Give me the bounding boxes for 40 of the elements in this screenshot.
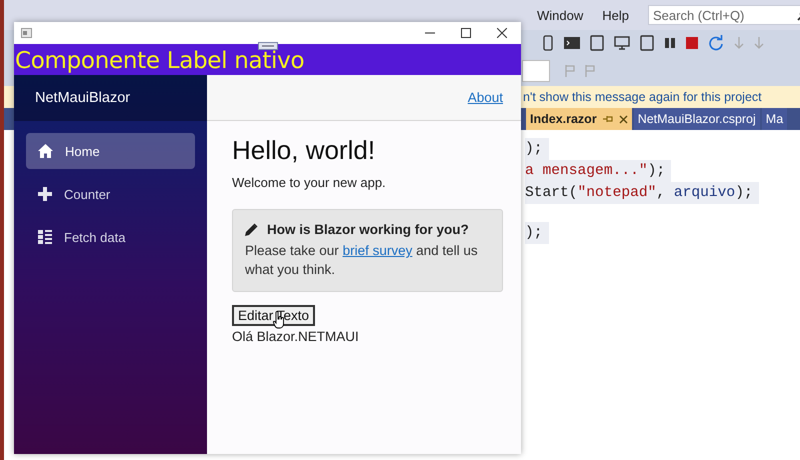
survey-title: How is Blazor working for you? <box>267 222 469 237</box>
document-tab[interactable]: NetMauiBlazor.csproj <box>634 108 760 130</box>
drag-handle-icon[interactable] <box>258 42 278 50</box>
close-icon[interactable] <box>497 28 507 38</box>
pin-icon[interactable] <box>602 115 613 123</box>
monitor-icon[interactable] <box>614 35 630 51</box>
document-tab[interactable]: Index.razor <box>526 108 632 130</box>
nav-item[interactable]: Home <box>26 133 195 169</box>
menu-item[interactable]: Window <box>537 8 584 22</box>
menu-item[interactable]: Help <box>602 8 629 22</box>
about-link[interactable]: About <box>468 90 503 105</box>
list-icon <box>38 230 52 244</box>
tablet-icon[interactable] <box>590 35 604 51</box>
tab-label: Ma <box>766 112 784 126</box>
search-field[interactable]: Search (Ctrl+Q) <box>648 5 800 25</box>
plus-icon <box>38 187 52 201</box>
tab-label: NetMauiBlazor.csproj <box>638 112 756 126</box>
nav-item[interactable]: Counter <box>26 176 195 212</box>
banner-label: Componente Label nativo <box>14 50 304 73</box>
dropdown-field[interactable] <box>522 60 550 82</box>
welcome-text: Welcome to your new app. <box>232 175 387 190</box>
app-brand[interactable]: NetMauiBlazor <box>35 90 130 106</box>
close-icon[interactable] <box>618 114 628 124</box>
nav-item[interactable]: Fetch data <box>26 219 195 255</box>
home-icon <box>38 144 53 158</box>
maximize-icon[interactable] <box>461 28 471 38</box>
output-label: Olá Blazor.NETMAUI <box>232 329 360 344</box>
document-tab[interactable]: Ma <box>762 108 788 130</box>
tab-label: Index.razor <box>530 112 597 126</box>
pencil-icon <box>245 223 258 236</box>
phone-icon[interactable] <box>542 35 554 51</box>
window-icon <box>21 28 32 38</box>
info-bar-message[interactable]: n't show this message again for this project <box>523 90 762 104</box>
survey-text: Please take our brief survey and tell us what you think. <box>245 242 479 279</box>
restart-icon[interactable] <box>708 35 724 51</box>
tablet-icon[interactable] <box>640 35 654 51</box>
survey-link[interactable]: brief survey <box>342 243 412 258</box>
page-heading: Hello, world! <box>232 134 376 167</box>
pause-icon[interactable] <box>664 37 676 49</box>
terminal-icon[interactable] <box>564 36 580 50</box>
